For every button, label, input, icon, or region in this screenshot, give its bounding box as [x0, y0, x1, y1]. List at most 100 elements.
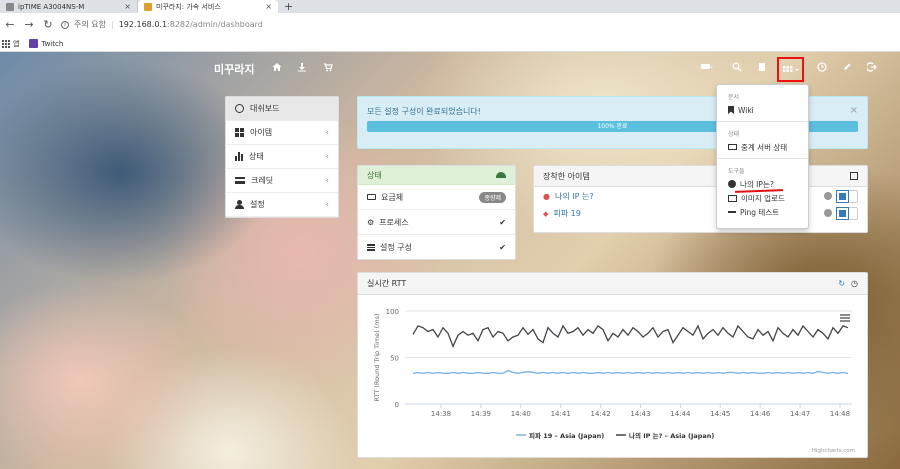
document-icon[interactable] — [756, 61, 768, 73]
speedometer-icon — [496, 172, 506, 178]
sidebar-item-label: 대쉬보드 — [250, 104, 280, 113]
dropdown-header-status: 상태 — [728, 131, 740, 138]
menu-item-image-upload[interactable]: 이미지 업로드 — [717, 191, 808, 205]
status-panel: 상태 요금제 종량제 ⚙ 프로세스 ✔ 설정 구성 ✔ — [357, 165, 516, 260]
tab-title: 미꾸라지: 가속 서비스 — [156, 2, 221, 11]
address-bar: ← → ↻ i 주의 요함 | 192.168.0.1:8282/admin/d… — [0, 13, 900, 36]
download-icon[interactable] — [296, 61, 308, 73]
clock-icon[interactable] — [816, 61, 828, 73]
cogs-icon: ⚙ — [367, 217, 375, 227]
grid-menu-icon[interactable] — [781, 64, 801, 76]
info-icon: i — [61, 20, 69, 29]
panel-title: 상태 — [367, 170, 382, 180]
legend-item: 피파 19 – Asia (Japan) — [529, 431, 604, 440]
menu-item-my-ip[interactable]: 나의 IP는? — [717, 177, 808, 193]
series-line-0 — [412, 369, 849, 375]
status-row-label: 설정 구성 — [380, 243, 412, 252]
bookmark-apps[interactable]: 앱 — [2, 39, 19, 49]
item-toggle[interactable] — [836, 190, 858, 203]
x-tick-label: 14:43 — [630, 410, 650, 418]
equipped-item[interactable]: ● 나의 IP 는? — [534, 189, 867, 204]
chevron-left-icon: ‹ — [325, 175, 329, 186]
status-row-process: ⚙ 프로세스 ✔ — [358, 210, 515, 235]
calculator-icon — [850, 172, 858, 180]
reload-icon[interactable]: ↻ — [42, 18, 54, 31]
y-tick-label: 100 — [386, 308, 399, 316]
chart-credit: Highcharts.com — [812, 448, 855, 454]
logout-icon[interactable] — [866, 61, 878, 73]
x-tick-label: 14:41 — [551, 410, 571, 418]
status-row-label: 요금제 — [381, 192, 404, 202]
url-host: 192.168.0.1 — [118, 20, 168, 29]
bookmark-twitch[interactable]: Twitch — [29, 39, 63, 48]
menu-item-wiki[interactable]: Wiki — [717, 103, 808, 117]
close-tab-icon[interactable]: × — [124, 2, 131, 11]
map-marker-icon: ● — [543, 192, 550, 201]
status-panel-header: 상태 — [358, 166, 515, 185]
status-row-config: 설정 구성 ✔ — [358, 235, 515, 260]
x-tick-label: 14:46 — [750, 410, 771, 418]
bar-chart-icon — [235, 152, 243, 161]
alert-message: 모든 설정 구성이 완료되었습니다! — [367, 107, 481, 116]
sidebar-item-credit[interactable]: 크레딧 ‹ — [226, 169, 338, 193]
menu-item-relay-status[interactable]: 중계 서버 상태 — [717, 140, 808, 154]
cart-icon[interactable] — [322, 61, 334, 73]
url-field[interactable]: i 주의 요함 | 192.168.0.1:8282/admin/dashboa… — [61, 19, 263, 30]
globe-icon — [728, 180, 736, 188]
check-icon: ✔ — [499, 243, 506, 252]
sidebar-item-dashboard[interactable]: 대쉬보드 — [226, 97, 338, 121]
x-tick-label: 14:42 — [591, 410, 611, 418]
equipped-item-label[interactable]: 나의 IP 는? — [555, 191, 594, 202]
browser-tabbar: ipTIME A3004NS-M × 미꾸라지: 가속 서비스 × + — [0, 0, 900, 13]
sidebar-item-status[interactable]: 상태 ‹ — [226, 145, 338, 169]
panel-title: 실시간 RTT — [367, 279, 407, 288]
tab-title: ipTIME A3004NS-M — [18, 2, 85, 11]
chat-icon[interactable] — [699, 61, 715, 73]
equipped-item[interactable]: ◆ 피파 19 — [534, 206, 867, 221]
divider — [717, 158, 808, 159]
clock-icon[interactable]: ◷ — [851, 279, 858, 288]
sidebar-item-label: 상태 — [249, 152, 264, 161]
panel-title: 장착한 아이템 — [543, 171, 590, 181]
menu-item-label: 나의 IP는? — [740, 179, 774, 189]
settings-icon[interactable] — [824, 209, 832, 217]
card-icon — [235, 177, 245, 184]
sidebar-item-items[interactable]: 아이템 ‹ — [226, 121, 338, 145]
item-toggle[interactable] — [836, 207, 858, 220]
menu-item-label: 이미지 업로드 — [741, 193, 785, 203]
browser-tab[interactable]: ipTIME A3004NS-M × — [0, 0, 138, 13]
settings-icon[interactable] — [824, 192, 832, 200]
divider — [717, 121, 808, 122]
y-axis-label: RTT (Round Trip Time) (ms) — [373, 313, 381, 401]
chart-menu-icon[interactable] — [840, 314, 850, 322]
y-tick-label: 50 — [390, 355, 399, 363]
dropdown-header-docs: 문서 — [728, 94, 740, 101]
browser-tab-active[interactable]: 미꾸라지: 가속 서비스 × — [138, 0, 278, 13]
back-icon[interactable]: ← — [4, 18, 16, 31]
bookmark-label: 앱 — [13, 39, 20, 48]
monitor-icon — [728, 144, 737, 150]
home-icon[interactable] — [271, 61, 283, 73]
series-line-1 — [412, 324, 849, 348]
menu-item-label: Wiki — [738, 105, 754, 115]
top-navbar: 미꾸라지 — [0, 52, 900, 84]
close-tab-icon[interactable]: × — [265, 2, 272, 11]
grid-icon — [235, 128, 244, 137]
sidebar-menu: 대쉬보드 아이템 ‹ 상태 ‹ 크레딧 ‹ 설정 ‹ — [225, 96, 339, 218]
new-tab-button[interactable]: + — [284, 0, 293, 13]
x-tick-label: 14:40 — [511, 410, 531, 418]
tab-favicon-icon — [144, 2, 152, 11]
bookmarks-bar: 앱 Twitch — [0, 36, 900, 52]
pencil-icon[interactable] — [841, 61, 853, 73]
forward-icon[interactable]: → — [23, 18, 35, 31]
rtt-chart: 0 50 100 14:38 14:39 14:40 14:41 14:42 14:43 14:4… — [373, 308, 855, 454]
menu-item-ping-test[interactable]: Ping 테스트 — [717, 205, 808, 219]
search-icon[interactable] — [731, 61, 743, 73]
sidebar-item-settings[interactable]: 설정 ‹ — [226, 193, 338, 217]
rtt-panel-header: 실시간 RTT ↻ ◷ — [358, 273, 867, 295]
equipped-item-label[interactable]: 피파 19 — [553, 208, 580, 219]
brand-title[interactable]: 미꾸라지 — [214, 61, 254, 77]
refresh-icon[interactable]: ↻ — [838, 279, 845, 288]
close-icon[interactable]: × — [850, 105, 858, 116]
security-label: 주의 요함 — [74, 20, 106, 29]
